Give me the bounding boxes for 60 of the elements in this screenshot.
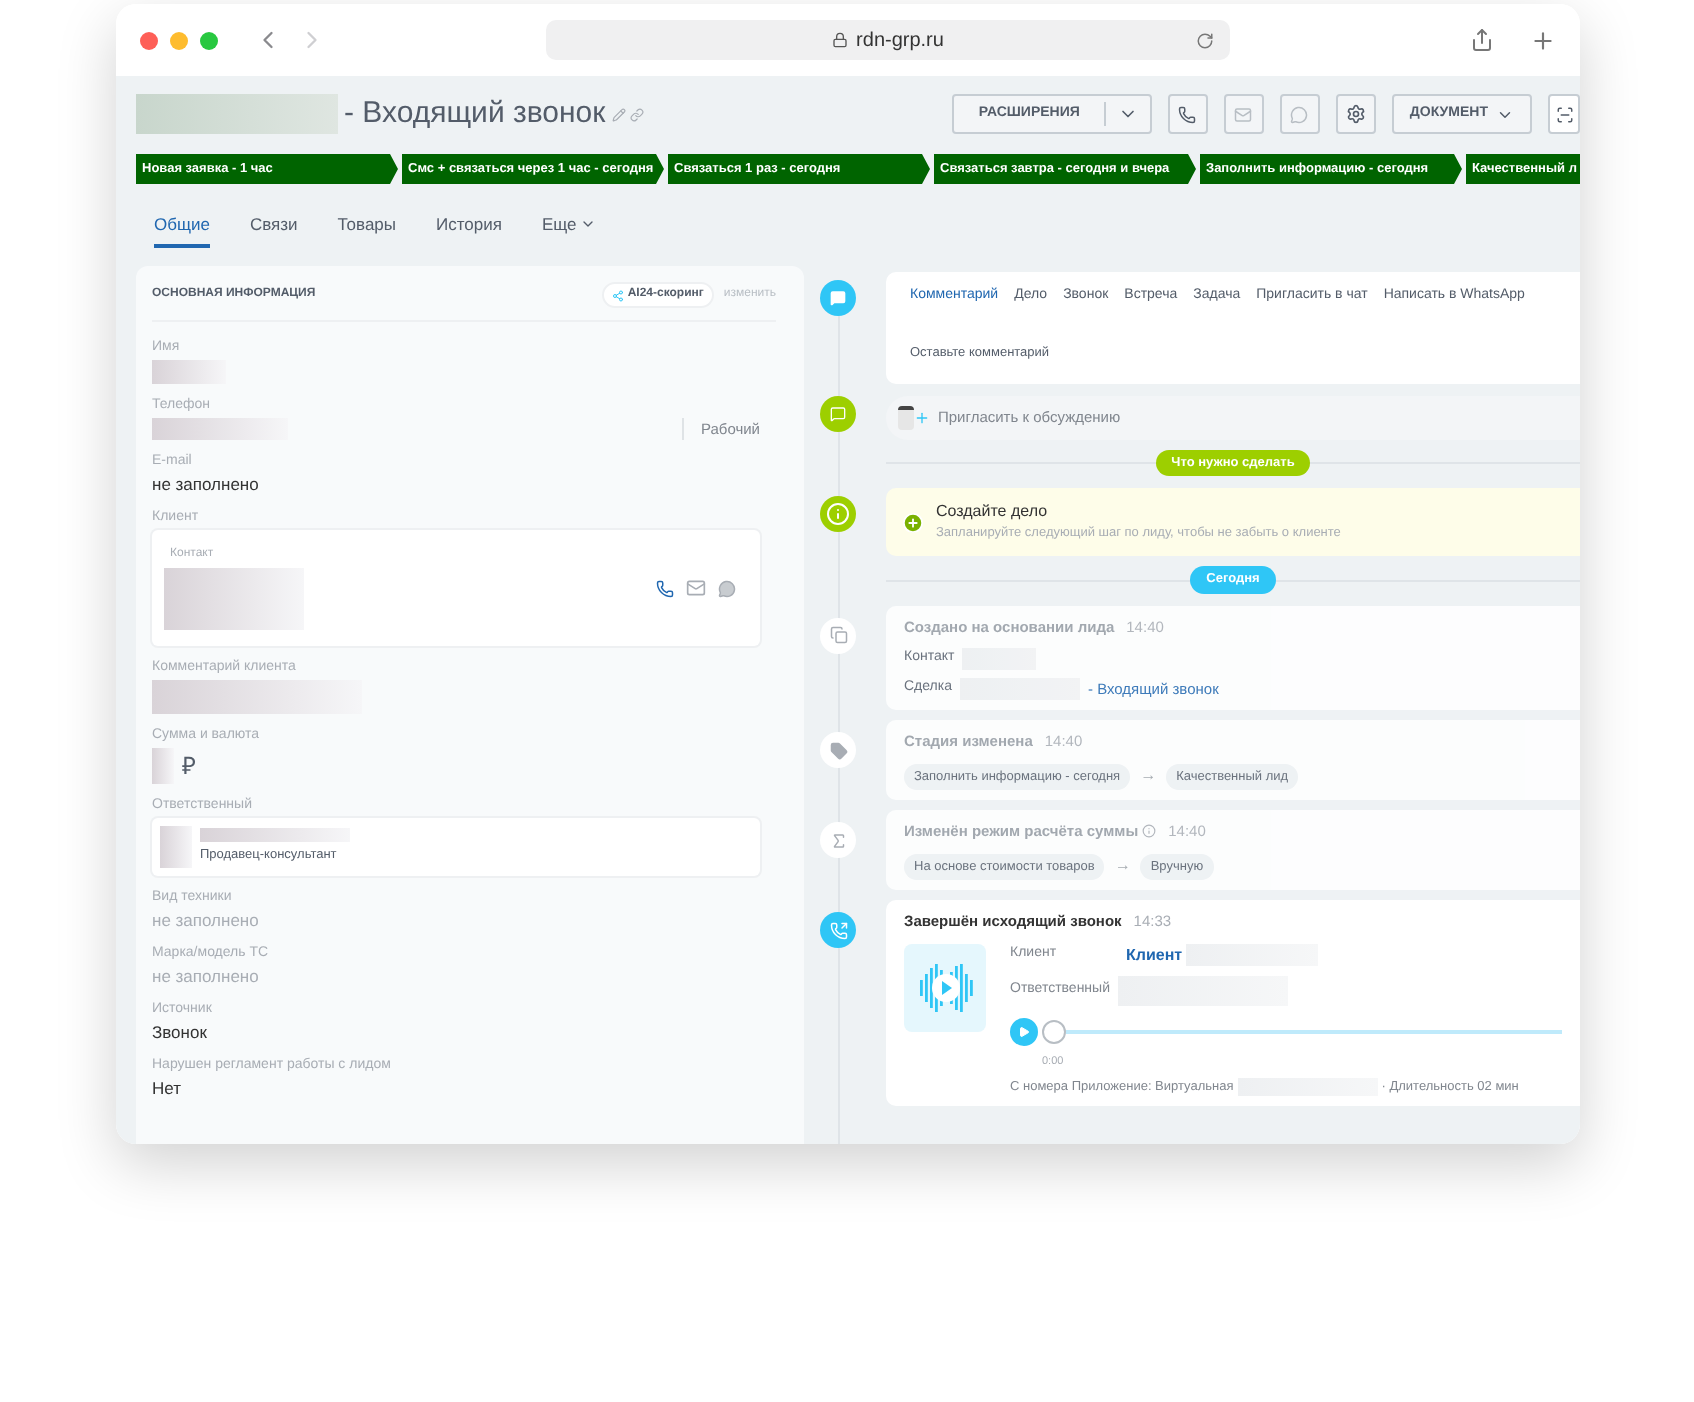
add-icon[interactable] bbox=[902, 511, 924, 534]
info-icon bbox=[1142, 824, 1157, 839]
redacted-block bbox=[160, 826, 192, 869]
play-button[interactable] bbox=[1010, 1017, 1038, 1045]
mail-button[interactable] bbox=[1223, 94, 1264, 134]
address-bar[interactable]: rdn-grp.ru bbox=[546, 20, 1230, 60]
reload-icon[interactable] bbox=[1196, 31, 1214, 49]
phone-icon[interactable] bbox=[1178, 105, 1197, 123]
chat-icon[interactable] bbox=[718, 579, 736, 598]
progress-thumb[interactable] bbox=[1042, 1019, 1066, 1043]
currency-sign: ₽ bbox=[182, 750, 196, 785]
add-icon[interactable] bbox=[914, 409, 930, 425]
share-icon[interactable] bbox=[1470, 28, 1494, 52]
chat-button[interactable] bbox=[1279, 94, 1320, 134]
client-link[interactable]: Клиент bbox=[1126, 943, 1183, 967]
chat-icon[interactable] bbox=[1290, 105, 1309, 123]
mail-icon[interactable] bbox=[686, 578, 706, 599]
url-text: rdn-grp.ru bbox=[856, 27, 944, 55]
field-value: Нет bbox=[152, 1078, 183, 1101]
play-icon[interactable] bbox=[1018, 1025, 1030, 1037]
waveform-play-icon bbox=[915, 961, 975, 1013]
tab[interactable]: Еще bbox=[541, 212, 597, 248]
mail-icon[interactable] bbox=[1234, 105, 1253, 123]
avatar-placeholder bbox=[898, 405, 914, 429]
copy-icon bbox=[820, 617, 856, 654]
tab[interactable]: Товары bbox=[337, 212, 397, 248]
todo-title: Создайте дело bbox=[936, 500, 1050, 525]
redacted-block bbox=[152, 418, 288, 441]
close-window-icon[interactable] bbox=[140, 31, 158, 49]
link-icon[interactable] bbox=[629, 107, 644, 121]
arrow-icon: → bbox=[1140, 764, 1157, 789]
lead-title: - Входящий звонок bbox=[344, 93, 606, 134]
redacted-block bbox=[152, 360, 226, 384]
field-value: Звонок bbox=[152, 1022, 209, 1045]
tab[interactable]: Общие bbox=[154, 212, 210, 248]
chat-icon bbox=[820, 395, 856, 431]
field-value: не заполнено bbox=[152, 910, 261, 933]
arrow-icon: → bbox=[1114, 854, 1131, 879]
scan-button[interactable] bbox=[1548, 94, 1580, 134]
maximize-window-icon[interactable] bbox=[200, 31, 218, 49]
tag-icon bbox=[820, 732, 856, 769]
new-tab-icon[interactable] bbox=[1530, 27, 1556, 53]
edit-icon[interactable] bbox=[611, 107, 626, 121]
phone-icon[interactable] bbox=[656, 579, 674, 598]
scan-icon[interactable] bbox=[1555, 105, 1573, 123]
tab[interactable]: Связи bbox=[249, 212, 298, 248]
call-button[interactable] bbox=[1167, 94, 1208, 134]
field-value: не заполнено bbox=[152, 966, 261, 989]
comment-icon bbox=[820, 280, 856, 316]
phone-icon bbox=[820, 912, 856, 949]
tab[interactable]: История bbox=[436, 212, 502, 248]
minimize-window-icon[interactable] bbox=[170, 31, 188, 49]
settings-icon[interactable] bbox=[1345, 104, 1366, 124]
lock-icon bbox=[832, 32, 849, 48]
redacted-block bbox=[164, 568, 304, 631]
field-value: не заполнено bbox=[152, 474, 261, 497]
redacted-block bbox=[152, 748, 174, 785]
info-icon bbox=[820, 496, 856, 533]
sigma-icon bbox=[820, 822, 856, 859]
settings-button[interactable] bbox=[1335, 94, 1376, 134]
